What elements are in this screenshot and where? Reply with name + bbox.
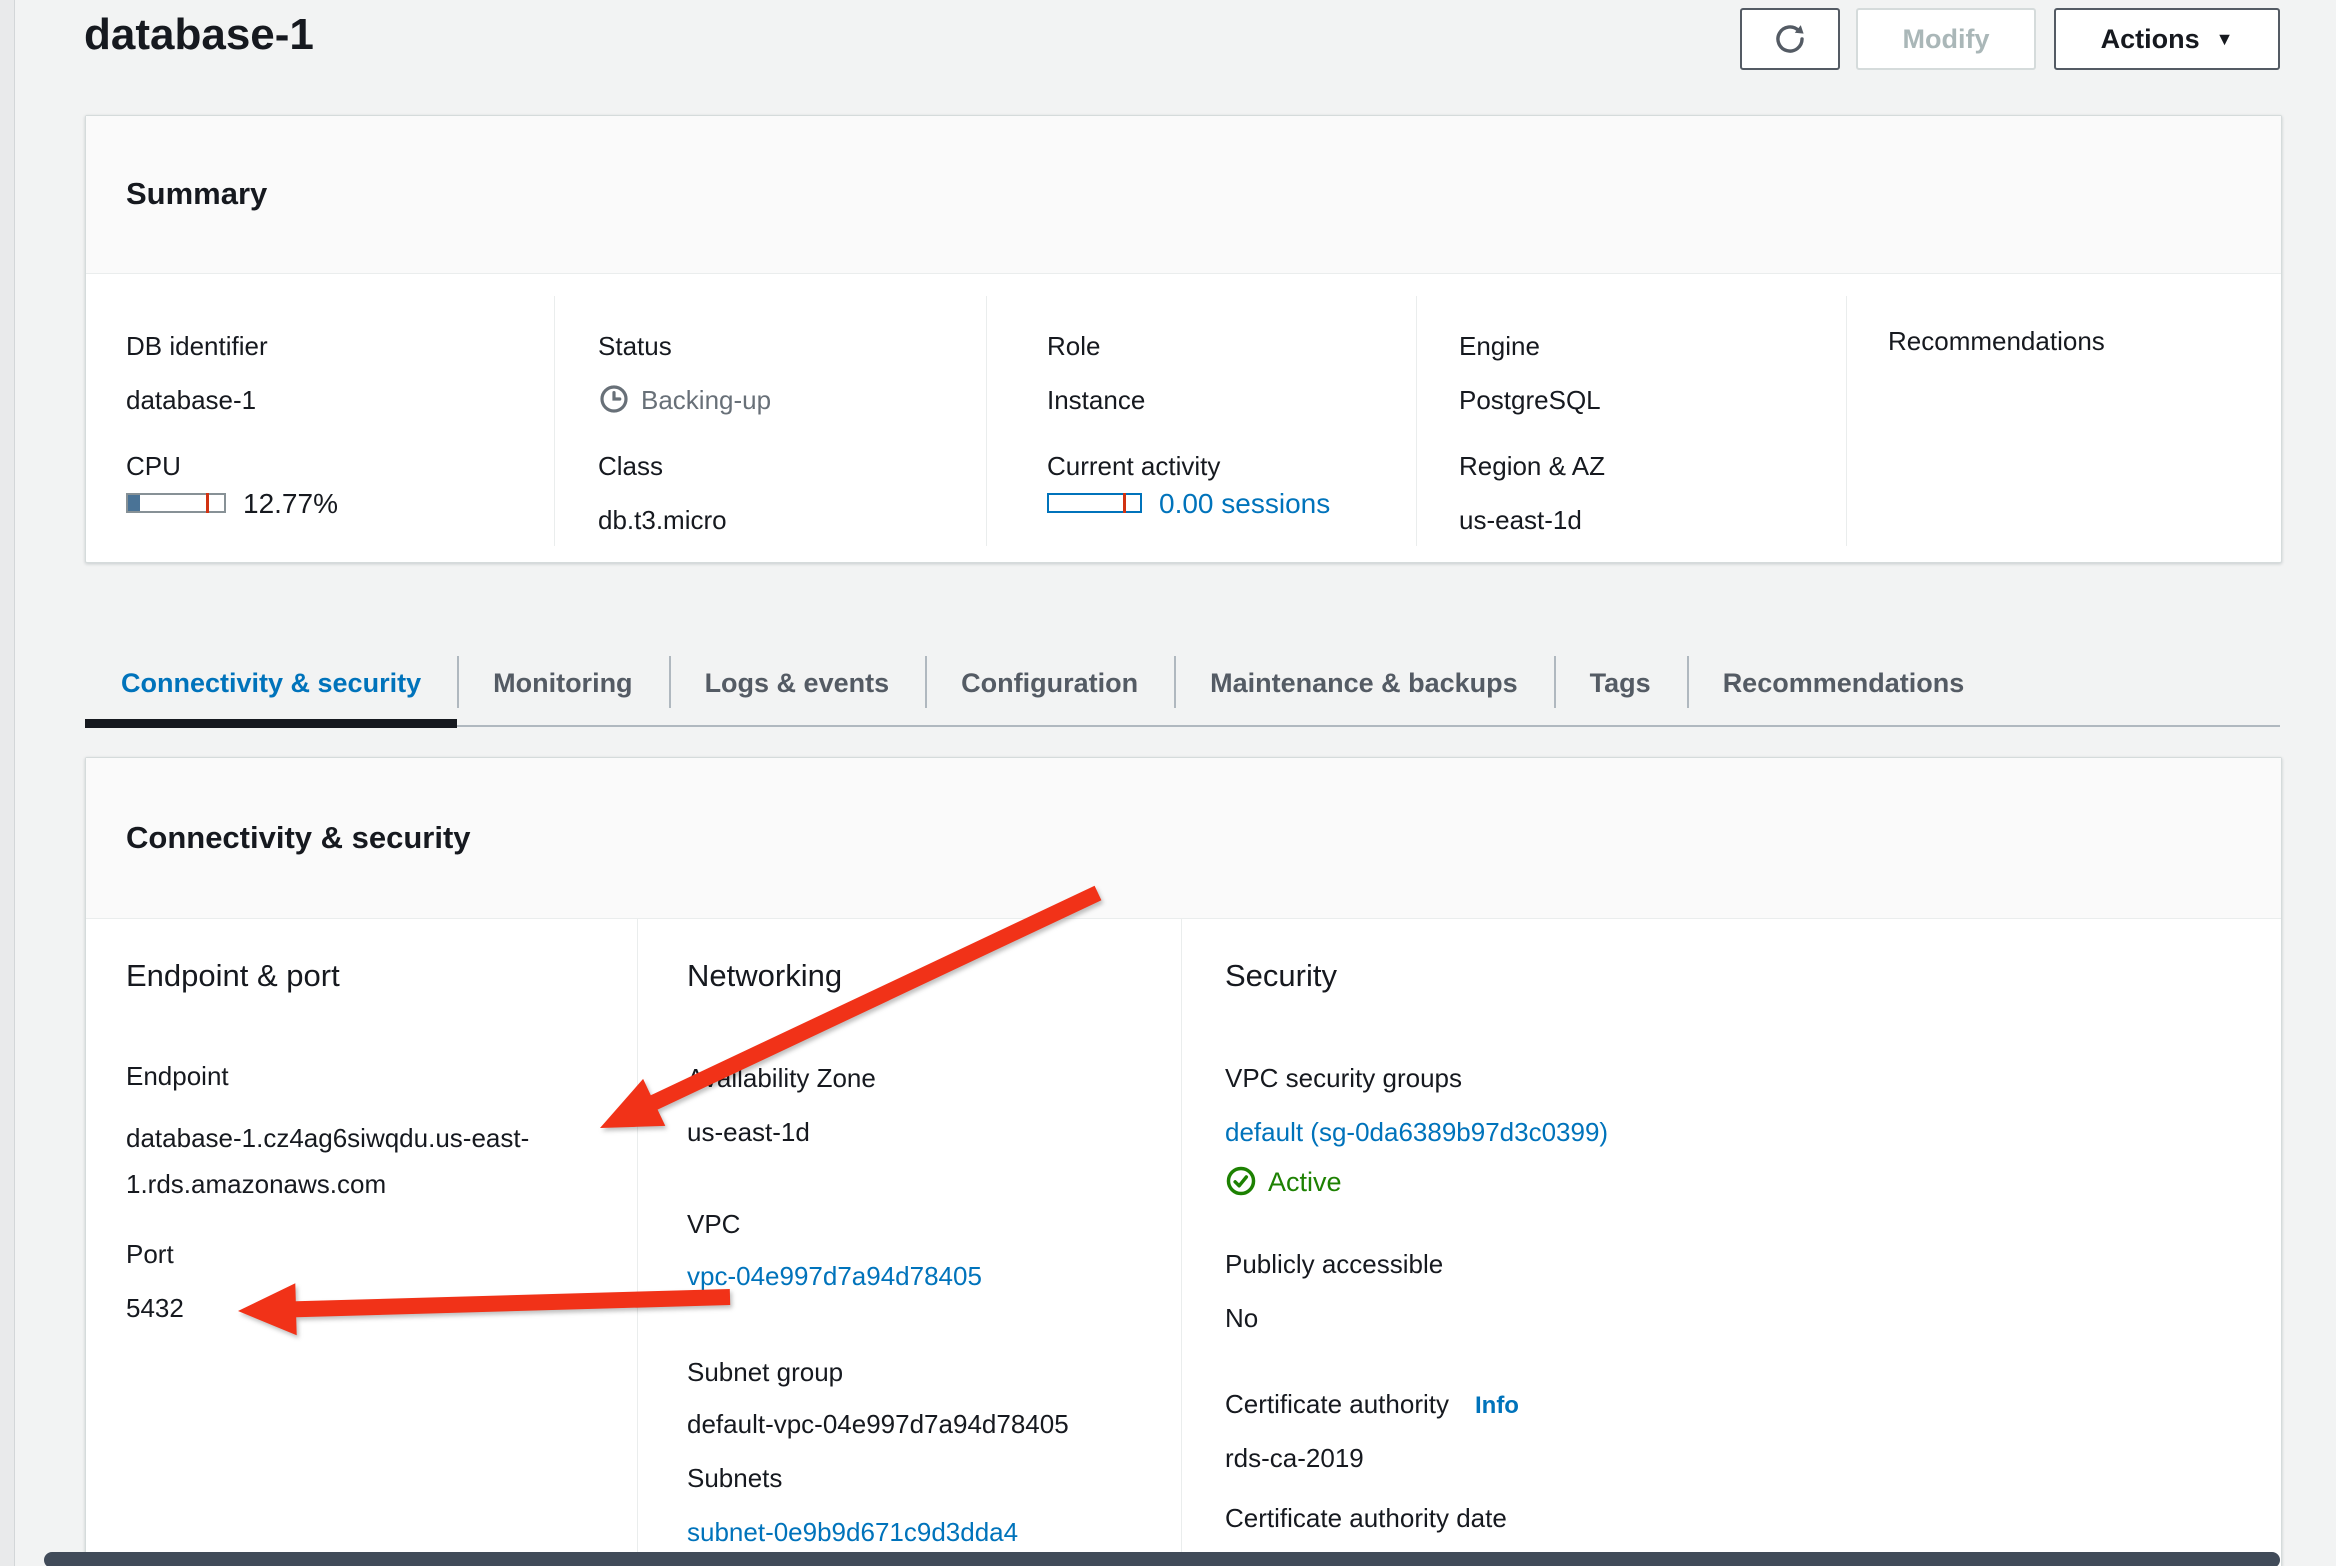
subnet-link-1[interactable]: subnet-0e9b9d671c9d3dda4: [687, 1517, 1018, 1548]
active-tab-underline: [85, 719, 457, 728]
subnets-label: Subnets: [687, 1463, 782, 1494]
summary-card: Summary DB identifier database-1 CPU 12.…: [85, 115, 2282, 563]
actions-button-label: Actions: [2101, 24, 2200, 55]
vpc-link[interactable]: vpc-04e997d7a94d78405: [687, 1261, 982, 1292]
clock-icon: [598, 383, 630, 415]
refresh-button[interactable]: [1740, 8, 1840, 70]
port-value: 5432: [126, 1293, 184, 1324]
tab-monitoring[interactable]: Monitoring: [457, 640, 668, 727]
subnet-group-label: Subnet group: [687, 1357, 843, 1388]
sessions-value[interactable]: 0.00 sessions: [1159, 488, 1330, 520]
vpc-label: VPC: [687, 1209, 740, 1240]
db-identifier-label: DB identifier: [126, 331, 268, 362]
vpc-security-groups-label: VPC security groups: [1225, 1063, 1462, 1094]
cpu-progress-bar: [126, 493, 226, 513]
tab-connectivity-security[interactable]: Connectivity & security: [85, 640, 457, 727]
left-edge-panel: [0, 0, 15, 1566]
tab-label: Logs & events: [705, 668, 890, 699]
certificate-authority-date-label: Certificate authority date: [1225, 1503, 1507, 1534]
certificate-authority-label: Certificate authority Info: [1225, 1389, 1519, 1420]
engine-label: Engine: [1459, 331, 1540, 362]
tab-maintenance-backups[interactable]: Maintenance & backups: [1174, 640, 1554, 727]
endpoint-value: database-1.cz4ag6siwqdu.us-east-1.rds.am…: [126, 1115, 611, 1207]
tab-label: Monitoring: [493, 668, 632, 699]
publicly-accessible-value: No: [1225, 1303, 1258, 1334]
summary-title: Summary: [126, 176, 267, 212]
connectivity-column-divider: [637, 918, 638, 1566]
region-az-label: Region & AZ: [1459, 451, 1605, 482]
endpoint-port-heading: Endpoint & port: [126, 958, 340, 994]
summary-column-divider: [1846, 296, 1847, 546]
sg-status-value: Active: [1268, 1167, 1342, 1198]
class-label: Class: [598, 451, 663, 482]
refresh-icon: [1773, 22, 1807, 56]
networking-heading: Networking: [687, 958, 842, 994]
subnet-group-value: default-vpc-04e997d7a94d78405: [687, 1409, 1069, 1440]
rds-instance-detail-page: database-1 Modify Actions ▼ Summary DB i…: [0, 0, 2336, 1566]
current-activity-label: Current activity: [1047, 451, 1220, 482]
connectivity-column-divider: [1181, 918, 1182, 1566]
actions-button[interactable]: Actions ▼: [2054, 8, 2280, 70]
modify-button-label: Modify: [1903, 24, 1990, 55]
cpu-bar-fill: [128, 495, 140, 511]
recommendations-label: Recommendations: [1888, 326, 2105, 357]
availability-zone-label: Availability Zone: [687, 1063, 876, 1094]
cpu-threshold-tick: [206, 493, 209, 513]
certificate-authority-value: rds-ca-2019: [1225, 1443, 1364, 1474]
certificate-authority-label-text: Certificate authority: [1225, 1389, 1449, 1419]
summary-card-header: [86, 116, 2281, 274]
region-az-value: us-east-1d: [1459, 505, 1582, 536]
tab-tags[interactable]: Tags: [1554, 640, 1687, 727]
status-label: Status: [598, 331, 672, 362]
cpu-label: CPU: [126, 451, 181, 482]
availability-zone-value: us-east-1d: [687, 1117, 810, 1148]
summary-column-divider: [1416, 296, 1417, 546]
tab-label: Configuration: [961, 668, 1138, 699]
tab-logs-events[interactable]: Logs & events: [669, 640, 926, 727]
security-heading: Security: [1225, 958, 1337, 994]
horizontal-scrollbar-thumb[interactable]: [44, 1552, 2280, 1566]
tab-label: Tags: [1590, 668, 1651, 699]
cpu-value: 12.77%: [243, 488, 338, 520]
status-value: Backing-up: [641, 385, 771, 416]
connectivity-security-card: Connectivity & security Endpoint & port …: [85, 757, 2282, 1566]
page-title: database-1: [84, 10, 314, 60]
info-link[interactable]: Info: [1475, 1392, 1519, 1419]
engine-value: PostgreSQL: [1459, 385, 1601, 416]
modify-button[interactable]: Modify: [1856, 8, 2036, 70]
role-label: Role: [1047, 331, 1100, 362]
db-identifier-value: database-1: [126, 385, 256, 416]
sessions-threshold-tick: [1123, 493, 1126, 513]
port-label: Port: [126, 1239, 174, 1270]
connectivity-card-title: Connectivity & security: [126, 820, 471, 856]
summary-column-divider: [986, 296, 987, 546]
security-group-link[interactable]: default (sg-0da6389b97d3c0399): [1225, 1117, 1608, 1148]
tab-recommendations[interactable]: Recommendations: [1687, 640, 2001, 727]
endpoint-label: Endpoint: [126, 1061, 229, 1092]
tabbar: Connectivity & security Monitoring Logs …: [85, 640, 2000, 727]
chevron-down-icon: ▼: [2216, 29, 2234, 50]
role-value: Instance: [1047, 385, 1145, 416]
class-value: db.t3.micro: [598, 505, 727, 536]
tab-configuration[interactable]: Configuration: [925, 640, 1174, 727]
tab-label: Connectivity & security: [121, 668, 421, 699]
tab-label: Maintenance & backups: [1210, 668, 1518, 699]
check-circle-icon: [1225, 1165, 1257, 1197]
tab-label: Recommendations: [1723, 668, 1965, 699]
sessions-progress-bar: [1047, 493, 1142, 513]
publicly-accessible-label: Publicly accessible: [1225, 1249, 1443, 1280]
summary-column-divider: [554, 296, 555, 546]
